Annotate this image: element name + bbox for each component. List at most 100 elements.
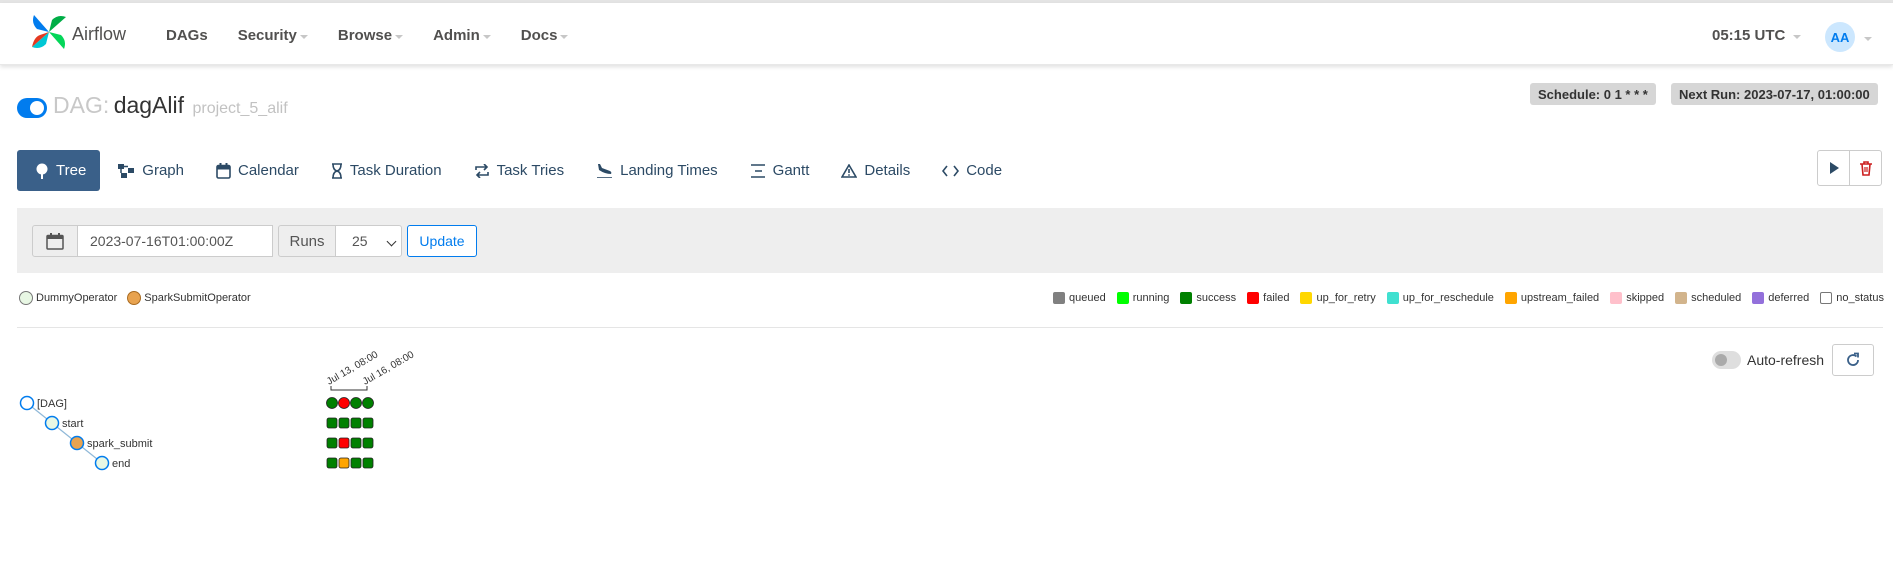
nav-browse[interactable]: Browse [338, 27, 404, 44]
calendar-picker-button[interactable] [32, 225, 78, 257]
task-instance-success[interactable] [350, 457, 362, 469]
auto-refresh-label: Auto-refresh [1747, 352, 1825, 368]
tree-nodes: [DAG] start spark_submitend [19, 395, 152, 471]
chevron-down-icon [395, 34, 404, 39]
state-label: upstream_failed [1520, 292, 1600, 304]
task-instance-failed[interactable] [338, 437, 350, 449]
state-legend-running[interactable]: running [1116, 292, 1170, 304]
nav-docs-label: Docs [520, 27, 558, 44]
trash-icon [1859, 160, 1872, 176]
dag-run-success[interactable] [326, 397, 338, 409]
nav-security[interactable]: Security [238, 27, 308, 44]
state-legend-deferred[interactable]: deferred [1752, 292, 1809, 304]
state-color-box [1116, 292, 1129, 304]
nav-admin[interactable]: Admin [433, 27, 491, 44]
state-color-box [1675, 292, 1688, 304]
base-date-input[interactable]: 2023-07-16T01:00:00Z [77, 225, 273, 257]
dag-tag[interactable]: project_5_alif [192, 100, 287, 117]
delete-dag-button[interactable] [1849, 150, 1882, 186]
tab-tree[interactable]: Tree [17, 150, 101, 191]
tab-task-tries-label: Task Tries [496, 162, 565, 179]
code-icon [942, 165, 960, 176]
state-label: skipped [1626, 292, 1665, 304]
state-color-box [1752, 292, 1765, 304]
brand[interactable]: Airflow [30, 13, 126, 51]
operator-legend-spark[interactable]: SparkSubmitOperator [127, 291, 251, 305]
state-color-box [1610, 292, 1623, 304]
tree-node-circle[interactable] [19, 395, 35, 411]
task-instance-upstream_failed[interactable] [338, 457, 350, 469]
state-label: running [1132, 292, 1170, 304]
tab-gantt[interactable]: Gantt [736, 150, 824, 191]
tree-node-label[interactable]: end [112, 458, 130, 470]
nav-docs[interactable]: Docs [521, 27, 569, 44]
state-legend-upstream-failed[interactable]: upstream_failed [1504, 292, 1600, 304]
state-legend: queued running success failed up_for_retry up… [1042, 292, 1884, 304]
auto-refresh-switch[interactable] [1712, 351, 1741, 369]
state-legend-no-status[interactable]: no_status [1820, 292, 1884, 304]
tab-gantt-label: Gantt [772, 162, 810, 179]
tab-details[interactable]: Details [827, 150, 924, 191]
state-label: deferred [1768, 292, 1810, 304]
tab-task-duration[interactable]: Task Duration [317, 150, 456, 191]
tab-graph[interactable]: Graph [104, 150, 198, 191]
run-header: Jul 13, 08:00Jul 16, 08:00 [325, 349, 416, 391]
task-instance-success[interactable] [362, 437, 374, 449]
dag-run-failed[interactable] [338, 397, 350, 409]
state-legend-queued[interactable]: queued [1053, 292, 1106, 304]
dag-run-success[interactable] [362, 397, 374, 409]
operator-legend-dummy[interactable]: DummyOperator [19, 291, 117, 305]
trigger-dag-button[interactable] [1817, 150, 1850, 186]
tab-tree-label: Tree [56, 162, 87, 179]
task-instance-success[interactable] [326, 457, 338, 469]
tree-node-circle[interactable] [44, 415, 60, 431]
dag-run-success[interactable] [350, 397, 362, 409]
user-avatar[interactable]: AA [1825, 22, 1855, 52]
tab-landing-times[interactable]: Landing Times [582, 150, 732, 191]
task-instance-success[interactable] [362, 457, 374, 469]
operator-label: SparkSubmitOperator [144, 292, 251, 304]
tree-node-label[interactable]: start [62, 418, 83, 430]
chevron-down-icon[interactable] [1864, 37, 1872, 41]
airflow-logo-icon [32, 15, 66, 49]
state-color-box [1300, 292, 1313, 304]
task-instance-success[interactable] [326, 417, 338, 429]
tree-node-label[interactable]: spark_submit [87, 438, 152, 450]
timezone-dropdown[interactable]: 05:15 UTC [1712, 27, 1802, 44]
auto-refresh-toggle[interactable]: Auto-refresh [1712, 351, 1824, 369]
tab-code[interactable]: Code [928, 150, 1016, 191]
page-title: DAG: dagAlif project_5_alif [53, 92, 288, 119]
state-label: up_for_reschedule [1402, 292, 1494, 304]
runs-select-value: 25 [352, 233, 368, 249]
warning-triangle-icon [841, 163, 858, 178]
state-legend-up-for-reschedule[interactable]: up_for_reschedule [1386, 292, 1494, 304]
nav-security-label: Security [237, 27, 297, 44]
state-legend-skipped[interactable]: skipped [1610, 292, 1664, 304]
task-instance-success[interactable] [350, 417, 362, 429]
task-instance-success[interactable] [362, 417, 374, 429]
state-legend-scheduled[interactable]: scheduled [1675, 292, 1741, 304]
state-legend-success[interactable]: success [1180, 292, 1236, 304]
refresh-button[interactable] [1832, 344, 1874, 376]
update-button[interactable]: Update [407, 225, 477, 257]
task-instance-success[interactable] [326, 437, 338, 449]
tree-node-circle[interactable] [69, 435, 85, 451]
navbar: Airflow DAGs Security Browse Admin Docs … [0, 3, 1893, 65]
state-legend-failed[interactable]: failed [1247, 292, 1289, 304]
tab-task-tries[interactable]: Task Tries [460, 150, 579, 191]
tree-node-label[interactable]: [DAG] [37, 398, 67, 410]
tree-node-circle[interactable] [94, 455, 110, 471]
nav-dags[interactable]: DAGs [166, 27, 208, 44]
runs-select[interactable]: 25 [335, 225, 402, 257]
task-instance-success[interactable] [350, 437, 362, 449]
next-run-badge: Next Run: 2023-07-17, 01:00:00 [1671, 83, 1878, 105]
state-legend-up-for-retry[interactable]: up_for_retry [1300, 292, 1376, 304]
dag-pause-toggle[interactable] [17, 98, 47, 118]
state-color-box [1053, 292, 1065, 304]
task-instance-success[interactable] [338, 417, 350, 429]
tab-code-label: Code [966, 162, 1003, 179]
state-label: up_for_retry [1316, 292, 1376, 304]
tree-view: [DAG] start spark_submitend Jul 13, 08:00J… [19, 349, 416, 471]
nav-dags-label: DAGs [166, 27, 208, 44]
tab-calendar[interactable]: Calendar [202, 150, 313, 191]
